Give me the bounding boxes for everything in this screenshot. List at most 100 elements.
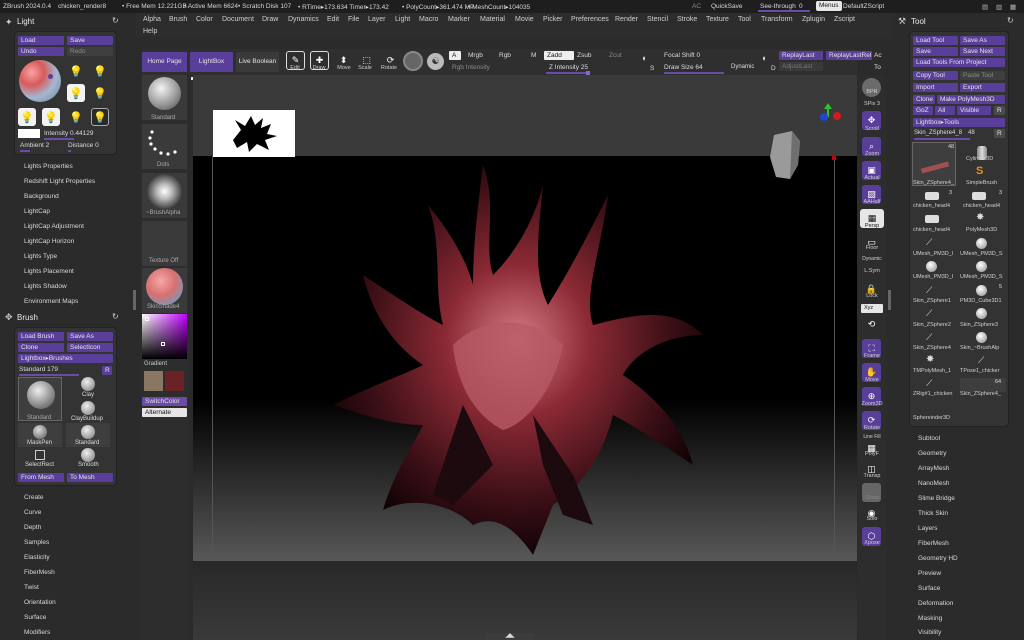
dynamic-label[interactable]: Dynamic xyxy=(858,256,886,262)
select-icon-button[interactable]: SelectIcon xyxy=(67,343,113,352)
left-tray-scroll-handle[interactable] xyxy=(133,290,136,310)
tool-r-button[interactable]: R xyxy=(994,129,1005,138)
tool-menu-item[interactable]: Slime Bridge xyxy=(918,495,955,502)
skin-zsphere-icon[interactable] xyxy=(976,308,987,319)
skin-brush-alpha-icon[interactable] xyxy=(976,332,987,343)
skin-zsphere-icon[interactable]: ⟋ xyxy=(926,285,932,296)
goz-r-button[interactable]: R xyxy=(994,106,1005,115)
menu-edit[interactable]: Edit xyxy=(327,16,339,23)
light-bulb-icon[interactable]: 💡 xyxy=(67,62,85,80)
alternate-button[interactable]: Alternate xyxy=(142,408,187,417)
reference-image[interactable] xyxy=(213,110,295,157)
tool-menu-item[interactable]: Geometry HD xyxy=(918,555,958,562)
spix-slider[interactable]: SPix 3 xyxy=(858,101,886,107)
brush-menu-item[interactable]: Depth xyxy=(24,524,41,531)
brush-menu-item[interactable]: Surface xyxy=(24,614,46,621)
draw-size-slider[interactable]: Draw Size 64 xyxy=(664,64,703,71)
import-button[interactable]: Import xyxy=(913,83,958,92)
light-position-dot[interactable] xyxy=(48,74,53,79)
tool-menu-item[interactable]: Visibility xyxy=(918,629,941,636)
goz-all-button[interactable]: All xyxy=(935,106,955,115)
light-intensity-slider[interactable]: Intensity 0.44129 xyxy=(44,130,94,137)
tmpolymesh-icon[interactable]: ✸ xyxy=(926,354,934,365)
menu-document[interactable]: Document xyxy=(222,16,254,23)
menu-color[interactable]: Color xyxy=(196,16,213,23)
refresh-icon[interactable]: ↻ xyxy=(1007,16,1014,25)
refresh-icon[interactable]: ↻ xyxy=(112,312,119,321)
light-load-button[interactable]: Load xyxy=(18,36,64,45)
lightbox-brushes-button[interactable]: Lightbox▸Brushes xyxy=(18,354,113,363)
goz-button[interactable]: GoZ xyxy=(913,106,933,115)
to-button[interactable]: To xyxy=(874,64,881,71)
zsub-toggle[interactable]: Zsub xyxy=(577,52,591,59)
replay-last-button[interactable]: ReplayLast xyxy=(779,51,823,60)
umesh-sphere-icon[interactable] xyxy=(976,238,987,249)
brush-r-button[interactable]: R xyxy=(102,366,112,375)
menu-material[interactable]: Material xyxy=(480,16,505,23)
selectrect-brush-icon[interactable] xyxy=(35,450,45,460)
window-icon[interactable]: ▦ xyxy=(1010,3,1016,11)
zcut-toggle[interactable]: Zcut xyxy=(609,52,622,59)
switch-color-button[interactable]: SwitchColor xyxy=(142,397,187,406)
tool-save-button[interactable]: Save xyxy=(913,47,958,56)
brush-menu-item[interactable]: Samples xyxy=(24,539,49,546)
brush-standard-slider[interactable]: Standard 179 xyxy=(19,366,58,373)
zrig-icon[interactable]: ⟋ xyxy=(926,378,932,389)
menu-stencil[interactable]: Stencil xyxy=(647,16,668,23)
copy-tool-button[interactable]: Copy Tool xyxy=(913,71,958,80)
make-polymesh3d-button[interactable]: Make PolyMesh3D xyxy=(937,95,1005,104)
tool-menu-item[interactable]: ArrayMesh xyxy=(918,465,949,472)
tool-menu-item[interactable]: Thick Skin xyxy=(918,510,948,517)
adjust-last-button[interactable]: AdjustLast xyxy=(779,62,823,71)
z-intensity-slider[interactable]: Z Intensity 25 xyxy=(549,64,588,71)
skin-zsphere-thumb[interactable]: 64 xyxy=(960,378,1006,392)
refresh-icon[interactable]: ↻ xyxy=(112,16,119,25)
light-sphere-preview[interactable] xyxy=(19,60,61,102)
menus-button[interactable]: Menus xyxy=(816,1,842,11)
stroke-d-icon[interactable]: ◖ xyxy=(761,53,766,63)
menu-light[interactable]: Light xyxy=(395,16,410,23)
light-bulb-icon[interactable]: 💡 xyxy=(91,108,109,126)
save-next-button[interactable]: Save Next xyxy=(960,47,1005,56)
to-mesh-button[interactable]: To Mesh xyxy=(67,473,113,482)
tool-menu-item[interactable]: Layers xyxy=(918,525,938,532)
skin-zsphere-icon[interactable]: ⟋ xyxy=(926,332,932,343)
brush-menu-item[interactable]: Modifiers xyxy=(24,629,50,636)
live-boolean-button[interactable]: Live Boolean xyxy=(236,52,279,72)
color-picker-handle[interactable] xyxy=(161,342,165,346)
brush-menu-item[interactable]: Create xyxy=(24,494,44,501)
right-tray-scroll-handle[interactable] xyxy=(888,290,891,310)
material-sphere-icon[interactable] xyxy=(403,51,423,71)
light-color-swatch[interactable] xyxy=(18,129,40,138)
bottom-tray-handle[interactable]: ◢◣ xyxy=(485,633,535,640)
palette-icon[interactable]: ▤ xyxy=(982,3,988,11)
menu-movie[interactable]: Movie xyxy=(515,16,534,23)
light-menu-item[interactable]: Lights Properties xyxy=(24,163,73,170)
menu-file[interactable]: File xyxy=(348,16,359,23)
mrgb-toggle[interactable]: Mrgb xyxy=(468,52,483,59)
brush-clone-button[interactable]: Clone xyxy=(18,343,64,352)
xyz-toggle[interactable]: Xyz xyxy=(861,304,883,313)
menu-draw[interactable]: Draw xyxy=(262,16,278,23)
distance-slider[interactable]: Distance 0 xyxy=(68,142,99,149)
tool-menu-item[interactable]: Preview xyxy=(918,570,941,577)
chicken-head-icon[interactable] xyxy=(972,192,986,200)
light-menu-item[interactable]: Background xyxy=(24,193,59,200)
light-menu-item[interactable]: LightCap Adjustment xyxy=(24,223,84,230)
document-canvas[interactable] xyxy=(193,75,857,640)
default-zscript[interactable]: DefaultZScript xyxy=(843,3,884,10)
navigation-head-icon[interactable] xyxy=(766,127,804,187)
dynamic-toggle[interactable]: Dynamic xyxy=(731,64,754,70)
paste-tool-button[interactable]: Paste Tool xyxy=(960,71,1005,80)
brush-menu-item[interactable]: Twist xyxy=(24,584,39,591)
menu-render[interactable]: Render xyxy=(615,16,638,23)
light-menu-item[interactable]: Lights Placement xyxy=(24,268,74,275)
ambient-slider[interactable]: Ambient 2 xyxy=(20,142,49,149)
from-mesh-button[interactable]: From Mesh xyxy=(18,473,64,482)
tool-menu-item[interactable]: Geometry xyxy=(918,450,947,457)
see-through-slider[interactable] xyxy=(758,10,810,12)
load-brush-button[interactable]: Load Brush xyxy=(18,332,64,341)
zadd-toggle[interactable]: Zadd xyxy=(544,51,574,60)
menu-zscript[interactable]: Zscript xyxy=(834,16,855,23)
menu-alpha[interactable]: Alpha xyxy=(143,16,161,23)
